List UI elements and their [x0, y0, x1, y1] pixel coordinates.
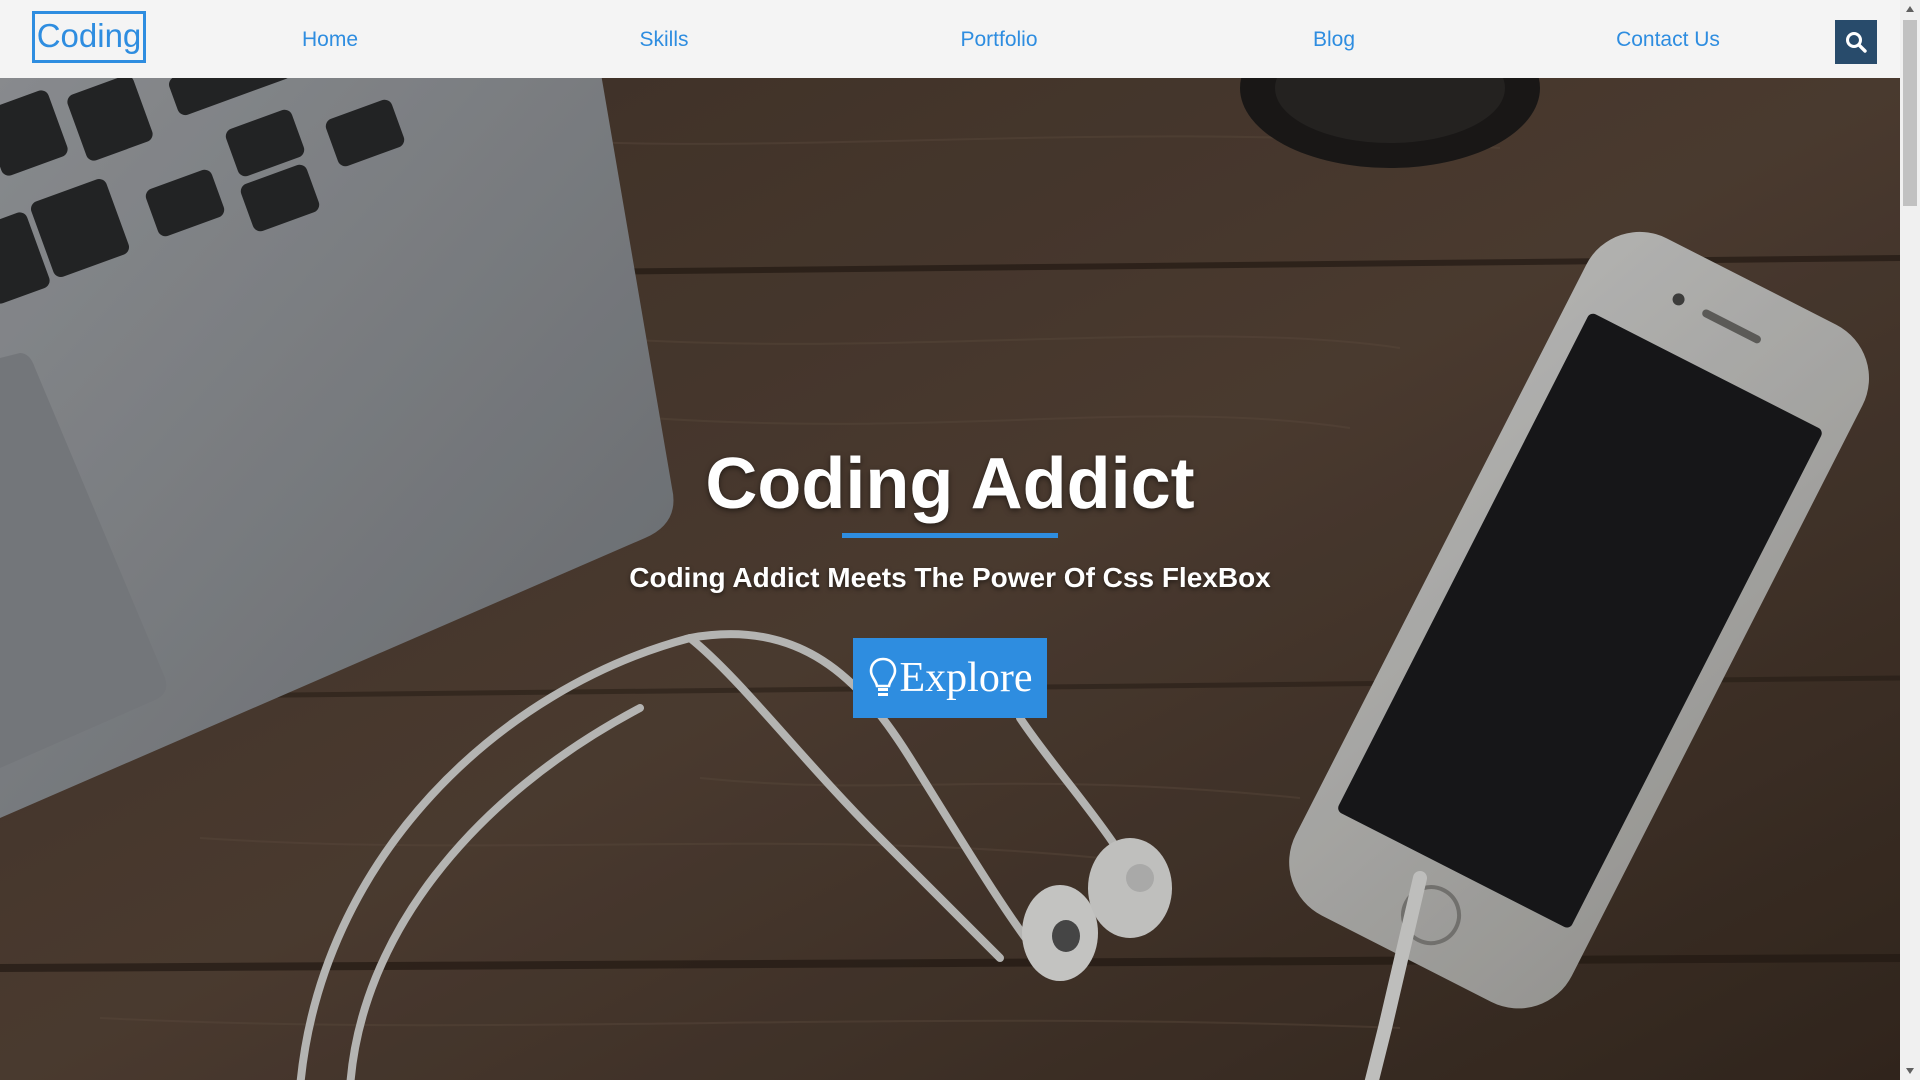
scrollbar[interactable] [1900, 0, 1920, 1080]
nav-portfolio[interactable]: Portfolio [960, 28, 1037, 52]
search-button[interactable] [1835, 20, 1877, 64]
nav-blog[interactable]: Blog [1313, 28, 1355, 52]
nav-skills[interactable]: Skills [639, 28, 688, 52]
scroll-up-arrow[interactable] [1900, 0, 1920, 18]
nav-contact-us[interactable]: Contact Us [1616, 28, 1720, 52]
lightbulb-icon [869, 657, 896, 696]
title-underline [842, 533, 1058, 538]
nav-home[interactable]: Home [302, 28, 358, 52]
hero-title: Coding Addict [705, 444, 1195, 524]
page: Coding Home Skills Portfolio Blog Contac… [0, 0, 1920, 1080]
hero-subtitle: Coding Addict Meets The Power Of Css Fle… [629, 562, 1271, 593]
scroll-down-arrow[interactable] [1900, 1062, 1920, 1080]
logo[interactable]: Coding [32, 11, 146, 63]
hero-section: Coding Addict Coding Addict Meets The Po… [0, 78, 1900, 1080]
navbar: Coding Home Skills Portfolio Blog Contac… [0, 0, 1900, 78]
search-icon [1846, 32, 1867, 53]
scroll-thumb[interactable] [1903, 20, 1917, 206]
explore-button-label: Explore [899, 655, 1033, 701]
hero-content: Coding Addict Coding Addict Meets The Po… [0, 78, 1900, 1080]
explore-button[interactable]: Explore [853, 638, 1047, 718]
